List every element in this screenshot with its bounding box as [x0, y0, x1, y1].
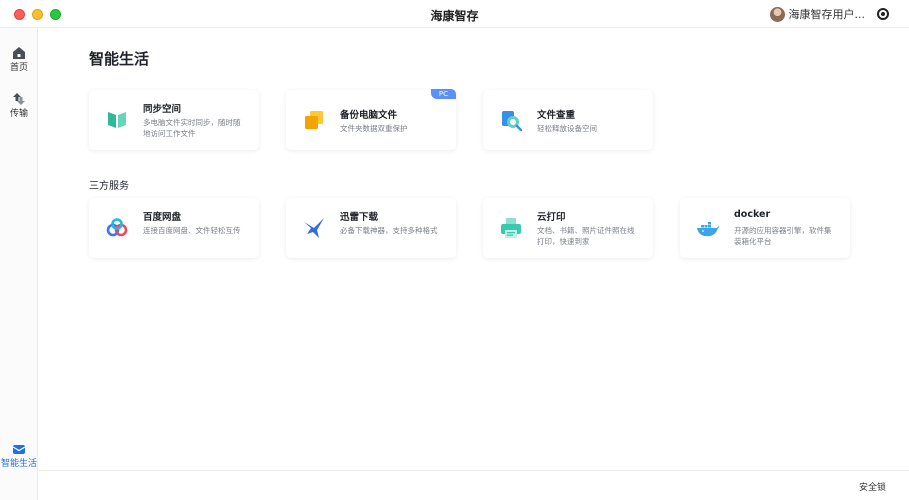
card-docker[interactable]: docker 开源的应用容器引擎，软件集装箱化平台 — [680, 198, 850, 258]
sidebar-item-label: 智能生活 — [0, 459, 37, 469]
settings-icon[interactable] — [877, 8, 889, 20]
card-baidu-netdisk[interactable]: 百度网盘 连接百度网盘、文件轻松互传 — [89, 198, 259, 258]
dedup-icon — [502, 111, 523, 132]
sync-icon — [108, 112, 126, 128]
xunlei-icon — [304, 218, 324, 238]
card-description: 多电脑文件实时同步，随时随地访问工作文件 — [143, 118, 241, 138]
card-description: 必备下载神器，支持多种格式 — [340, 226, 438, 235]
sidebar-item-label: 传输 — [9, 109, 28, 119]
docker-icon — [697, 222, 720, 237]
card-description: 开源的应用容器引擎，软件集装箱化平台 — [734, 226, 832, 246]
smart-life-icon — [12, 445, 26, 454]
card-description: 文件夹数据双重保护 — [340, 124, 408, 133]
sidebar-item-transfer[interactable]: 传输 — [0, 92, 38, 120]
card-xunlei-download[interactable]: 迅雷下载 必备下载神器，支持多种格式 — [286, 198, 456, 258]
card-description: 轻松释放设备空间 — [537, 124, 597, 133]
sidebar: 首页 传输 智能生活 — [0, 28, 38, 500]
printer-icon — [501, 218, 521, 238]
user-menu[interactable]: 海康智存用户... — [769, 6, 866, 22]
pc-badge: PC — [430, 89, 456, 99]
card-description: 连接百度网盘、文件轻松互传 — [143, 226, 241, 235]
home-icon — [13, 47, 25, 59]
bottom-bar: 安全锁 — [39, 470, 909, 500]
card-cloud-print[interactable]: 云打印 文档、书籍、照片证件照在线打印，快速到家 — [483, 198, 653, 258]
card-title: 迅雷下载 — [340, 212, 379, 223]
card-title: 备份电脑文件 — [340, 110, 398, 121]
sidebar-item-smart-life[interactable]: 智能生活 — [0, 442, 38, 470]
backup-icon — [305, 111, 323, 129]
page-title: 智能生活 — [89, 50, 150, 68]
card-title: docker — [734, 209, 771, 220]
title-bar: 海康智存 海康智存用户... — [0, 0, 909, 28]
card-title: 百度网盘 — [143, 212, 182, 223]
section-title-third-party: 三方服务 — [89, 181, 129, 192]
main-content: 智能生活 同步空间 多电脑文件实时同步，随时随地访问工作文件 PC 备份电脑文件… — [39, 28, 909, 470]
sidebar-item-home[interactable]: 首页 — [0, 46, 38, 74]
baidu-netdisk-icon — [106, 218, 128, 237]
card-title: 文件查重 — [537, 110, 576, 121]
sidebar-item-label: 首页 — [9, 63, 28, 73]
card-title: 云打印 — [537, 212, 566, 223]
transfer-icon — [13, 93, 25, 105]
security-lock-button[interactable]: 安全锁 — [859, 480, 886, 493]
card-sync-space[interactable]: 同步空间 多电脑文件实时同步，随时随地访问工作文件 — [89, 90, 259, 150]
card-file-dedup[interactable]: 文件查重 轻松释放设备空间 — [483, 90, 653, 150]
app-window: 海康智存 海康智存用户... 首页 传输 智能生活 智能生活 同步空间 多电脑文… — [0, 0, 909, 500]
card-description: 文档、书籍、照片证件照在线打印，快速到家 — [537, 226, 635, 246]
card-title: 同步空间 — [143, 104, 182, 115]
card-backup-pc[interactable]: PC 备份电脑文件 文件夹数据双重保护 — [286, 89, 456, 150]
avatar — [769, 6, 785, 22]
user-name: 海康智存用户... — [788, 8, 866, 21]
